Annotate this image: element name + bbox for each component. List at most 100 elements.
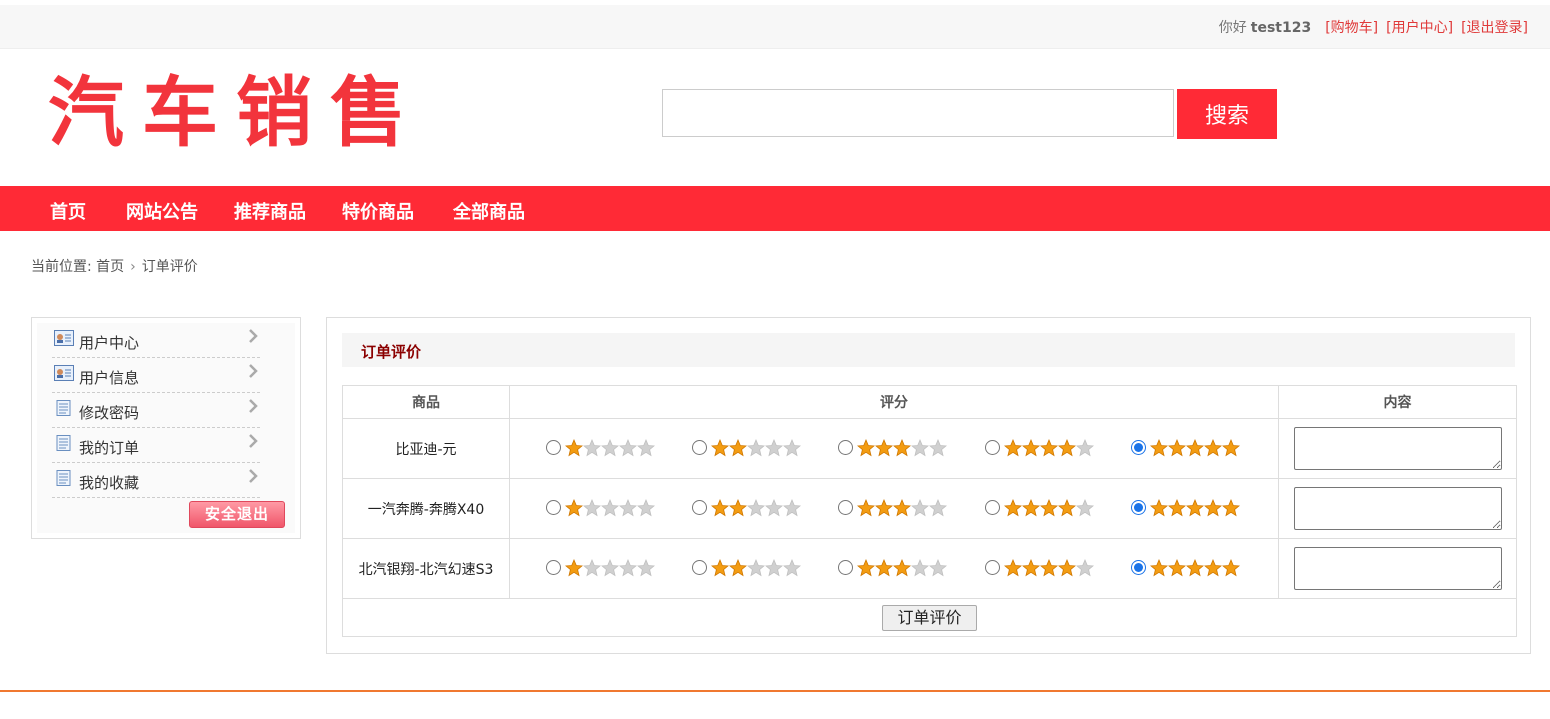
star-filled-icon [1040, 558, 1058, 576]
star-filled-icon [565, 498, 583, 516]
rating-radio[interactable] [692, 560, 707, 575]
rating-radio[interactable] [838, 440, 853, 455]
star-filled-icon [1168, 558, 1186, 576]
sidebar-item-user-info[interactable]: 用户信息 [52, 358, 260, 393]
review-content-textarea[interactable] [1293, 427, 1502, 470]
rating-option-1-stars[interactable] [546, 558, 655, 581]
rating-option-3-stars[interactable] [838, 558, 947, 581]
star-filled-icon [565, 558, 583, 576]
site-logo[interactable]: 汽车销售 [48, 72, 424, 154]
nav-item-all-products[interactable]: 全部商品 [453, 198, 525, 224]
star-filled-icon [1186, 498, 1204, 516]
user-center-link[interactable]: [用户中心] [1386, 20, 1453, 36]
star-filled-icon [1058, 498, 1076, 516]
nav-item-specials[interactable]: 特价商品 [342, 198, 414, 224]
star-empty-icon [601, 438, 619, 456]
breadcrumb-home[interactable]: 首页 [96, 259, 124, 275]
rating-options [510, 420, 1278, 478]
star-filled-icon [711, 498, 729, 516]
star-filled-icon [893, 438, 911, 456]
rating-radio[interactable] [1131, 560, 1146, 575]
sidebar-item-label: 我的订单 [79, 439, 140, 457]
star-empty-icon [911, 498, 929, 516]
safe-logout-button[interactable]: 安全退出 [189, 501, 285, 528]
column-header-product: 商品 [342, 385, 510, 419]
chevron-right-icon [249, 329, 258, 343]
search-input[interactable] [662, 89, 1174, 137]
rating-option-2-stars[interactable] [692, 438, 801, 461]
star-filled-icon [1222, 438, 1240, 456]
rating-option-5-stars[interactable] [1131, 498, 1240, 521]
table-header-row: 商品 评分 内容 [342, 385, 1517, 419]
star-filled-icon [875, 498, 893, 516]
star-filled-icon [729, 438, 747, 456]
rating-option-1-stars[interactable] [546, 498, 655, 521]
nav-item-home[interactable]: 首页 [50, 198, 86, 224]
rating-option-2-stars[interactable] [692, 498, 801, 521]
star-empty-icon [619, 558, 637, 576]
rating-option-3-stars[interactable] [838, 438, 947, 461]
rating-radio[interactable] [1131, 500, 1146, 515]
sidebar-item-label: 我的收藏 [79, 474, 140, 492]
nav-item-announcements[interactable]: 网站公告 [126, 198, 198, 224]
chevron-right-icon [249, 364, 258, 378]
star-filled-icon [1022, 498, 1040, 516]
username-text: test123 [1250, 20, 1312, 36]
star-filled-icon [729, 558, 747, 576]
star-empty-icon [747, 438, 765, 456]
sidebar-item-my-orders[interactable]: 我的订单 [52, 428, 260, 463]
table-row: 一汽奔腾-奔腾X40 [342, 478, 1517, 539]
rating-radio[interactable] [1131, 440, 1146, 455]
panel-title: 订单评价 [361, 343, 422, 361]
rating-option-5-stars[interactable] [1131, 558, 1240, 581]
star-empty-icon [583, 498, 601, 516]
review-content-textarea[interactable] [1293, 547, 1502, 590]
rating-radio[interactable] [838, 500, 853, 515]
star-filled-icon [1040, 438, 1058, 456]
breadcrumb-current: 订单评价 [141, 259, 198, 275]
column-header-content: 内容 [1278, 385, 1517, 419]
star-empty-icon [601, 498, 619, 516]
star-empty-icon [929, 438, 947, 456]
document-icon [56, 435, 71, 451]
rating-option-3-stars[interactable] [838, 498, 947, 521]
star-filled-icon [565, 438, 583, 456]
rating-option-5-stars[interactable] [1131, 438, 1240, 461]
rating-radio[interactable] [692, 500, 707, 515]
sidebar-item-change-password[interactable]: 修改密码 [52, 393, 260, 428]
rating-radio[interactable] [838, 560, 853, 575]
submit-review-button[interactable]: 订单评价 [882, 604, 977, 631]
sidebar-item-my-favorites[interactable]: 我的收藏 [52, 463, 260, 498]
rating-radio[interactable] [546, 440, 561, 455]
rating-option-1-stars[interactable] [546, 438, 655, 461]
star-filled-icon [1204, 558, 1222, 576]
rating-radio[interactable] [546, 500, 561, 515]
table-row: 北汽银翔-北汽幻速S3 [342, 538, 1517, 599]
rating-radio[interactable] [692, 440, 707, 455]
nav-item-recommended[interactable]: 推荐商品 [234, 198, 306, 224]
rating-option-4-stars[interactable] [985, 498, 1094, 521]
star-empty-icon [601, 558, 619, 576]
star-filled-icon [893, 498, 911, 516]
star-filled-icon [875, 438, 893, 456]
rating-option-4-stars[interactable] [985, 558, 1094, 581]
star-filled-icon [711, 558, 729, 576]
star-filled-icon [875, 558, 893, 576]
rating-radio[interactable] [985, 500, 1000, 515]
rating-option-4-stars[interactable] [985, 438, 1094, 461]
rating-option-2-stars[interactable] [692, 558, 801, 581]
star-empty-icon [1076, 438, 1094, 456]
logout-link[interactable]: [退出登录] [1461, 20, 1528, 36]
review-content-textarea[interactable] [1293, 487, 1502, 530]
rating-radio[interactable] [985, 560, 1000, 575]
cart-link[interactable]: [购物车] [1325, 20, 1378, 36]
search-button[interactable]: 搜索 [1177, 89, 1277, 139]
rating-radio[interactable] [985, 440, 1000, 455]
rating-radio[interactable] [546, 560, 561, 575]
star-filled-icon [1222, 498, 1240, 516]
sidebar-item-user-center[interactable]: 用户中心 [52, 323, 260, 358]
star-filled-icon [1040, 498, 1058, 516]
breadcrumb: 当前位置: 首页 › 订单评价 [31, 256, 198, 276]
footer-divider [0, 690, 1550, 692]
star-empty-icon [747, 558, 765, 576]
